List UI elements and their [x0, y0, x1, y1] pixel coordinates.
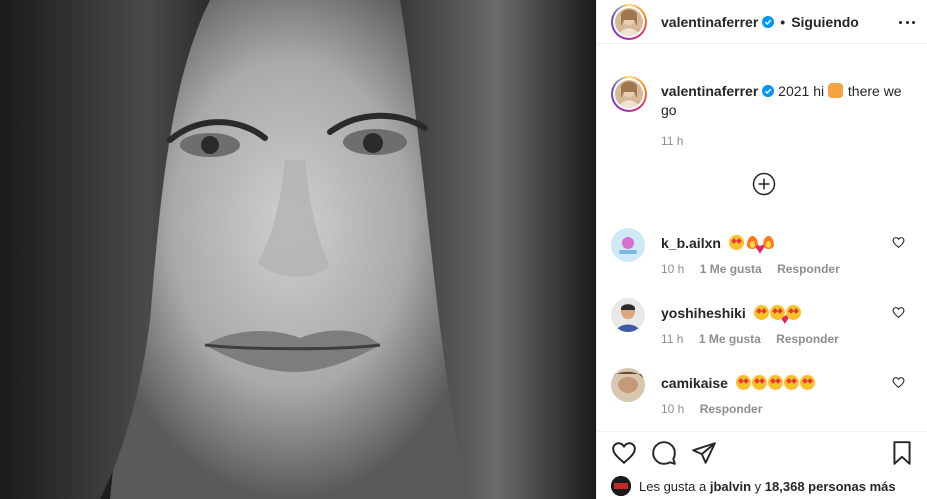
comment-like-icon[interactable] — [892, 376, 905, 389]
commenter-username[interactable]: yoshiheshiki — [661, 305, 746, 321]
commenter-username[interactable]: camikaise — [661, 375, 728, 391]
comment-item: camikaise 10 h Responder — [611, 368, 913, 424]
commenter-username[interactable]: k_b.ailxn — [661, 235, 721, 251]
commenter-avatar[interactable] — [611, 298, 645, 332]
separator-dot: • — [780, 13, 786, 30]
verified-badge-icon — [762, 85, 775, 97]
star-struck-emoji-icon — [767, 375, 783, 390]
comment-meta: 11 h 1 Me gusta Responder — [661, 332, 851, 346]
comment-like-icon[interactable] — [892, 306, 905, 319]
post-actions-bar — [611, 440, 915, 470]
reply-button[interactable]: Responder — [777, 262, 840, 276]
liker-username[interactable]: jbalvin — [710, 479, 751, 494]
star-struck-emoji-icon — [751, 375, 767, 390]
comment-time: 11 h — [661, 332, 684, 346]
heart-outline-icon[interactable] — [611, 440, 637, 466]
star-struck-emoji-icon — [769, 305, 785, 320]
raising-hand-emoji-icon — [828, 83, 843, 98]
red-heart-emoji-icon: ♥ — [755, 241, 765, 258]
commenter-avatar[interactable] — [611, 368, 645, 402]
reply-button[interactable]: Responder — [700, 402, 763, 416]
star-struck-emoji-icon — [728, 235, 744, 250]
comment-like-icon[interactable] — [892, 236, 905, 249]
comment-item: yoshiheshiki ♥ ♥ ♥ 11 h 1 Me gusta Respond… — [611, 298, 913, 354]
liker-avatar[interactable] — [611, 476, 631, 496]
caption-username[interactable]: valentinaferrer — [661, 83, 758, 99]
comment-likes-link[interactable]: 1 Me gusta — [700, 262, 762, 276]
caption-timestamp: 11 h — [661, 134, 684, 148]
star-struck-emoji-icon — [799, 375, 815, 390]
following-button[interactable]: Siguiendo — [791, 14, 859, 30]
bookmark-icon[interactable] — [889, 440, 915, 466]
reply-button[interactable]: Responder — [776, 332, 839, 346]
comment-text: k_b.ailxn ♥ — [661, 234, 777, 258]
actions-divider — [597, 431, 927, 432]
post-caption: valentinaferrer 2021 hi there we go 11 h — [611, 76, 913, 148]
plus-circle-icon[interactable] — [752, 172, 776, 196]
star-struck-emoji-icon — [753, 305, 769, 320]
comment-bubble-icon[interactable] — [651, 440, 677, 466]
star-struck-emoji-icon — [783, 375, 799, 390]
caption-author-avatar[interactable] — [611, 76, 647, 112]
more-options-icon[interactable] — [899, 14, 915, 30]
comment-meta: 10 h 1 Me gusta Responder — [661, 262, 852, 276]
star-struck-emoji-icon — [785, 305, 801, 320]
comment-time: 10 h — [661, 262, 685, 276]
comment-item: k_b.ailxn ♥ 10 h 1 Me gusta Responder — [611, 228, 913, 284]
comment-text: camikaise — [661, 374, 816, 392]
likes-count-link[interactable]: 18,368 personas más — [765, 479, 896, 494]
author-avatar[interactable] — [611, 3, 647, 40]
star-struck-emoji-icon — [735, 375, 751, 390]
comment-time: 10 h — [661, 402, 685, 416]
verified-badge-icon — [762, 15, 775, 28]
likes-summary: Les gusta a jbalvin y 18,368 personas má… — [611, 476, 896, 496]
post-detail-panel: valentinaferrer • Siguiendo valentinafer… — [596, 0, 927, 499]
author-username[interactable]: valentinaferrer — [661, 14, 758, 30]
post-header: valentinaferrer • Siguiendo — [597, 0, 927, 44]
post-photo[interactable] — [0, 0, 596, 499]
likes-prefix: Les gusta a — [639, 478, 707, 494]
comment-likes-link[interactable]: 1 Me gusta — [699, 332, 761, 346]
comment-text: yoshiheshiki ♥ ♥ ♥ — [661, 304, 802, 328]
caption-text-start: 2021 hi — [778, 83, 825, 99]
commenter-avatar[interactable] — [611, 228, 645, 262]
portrait-image — [0, 0, 596, 499]
paper-plane-icon[interactable] — [691, 440, 717, 466]
comment-meta: 10 h Responder — [661, 402, 774, 416]
likes-joiner: y — [754, 478, 762, 494]
